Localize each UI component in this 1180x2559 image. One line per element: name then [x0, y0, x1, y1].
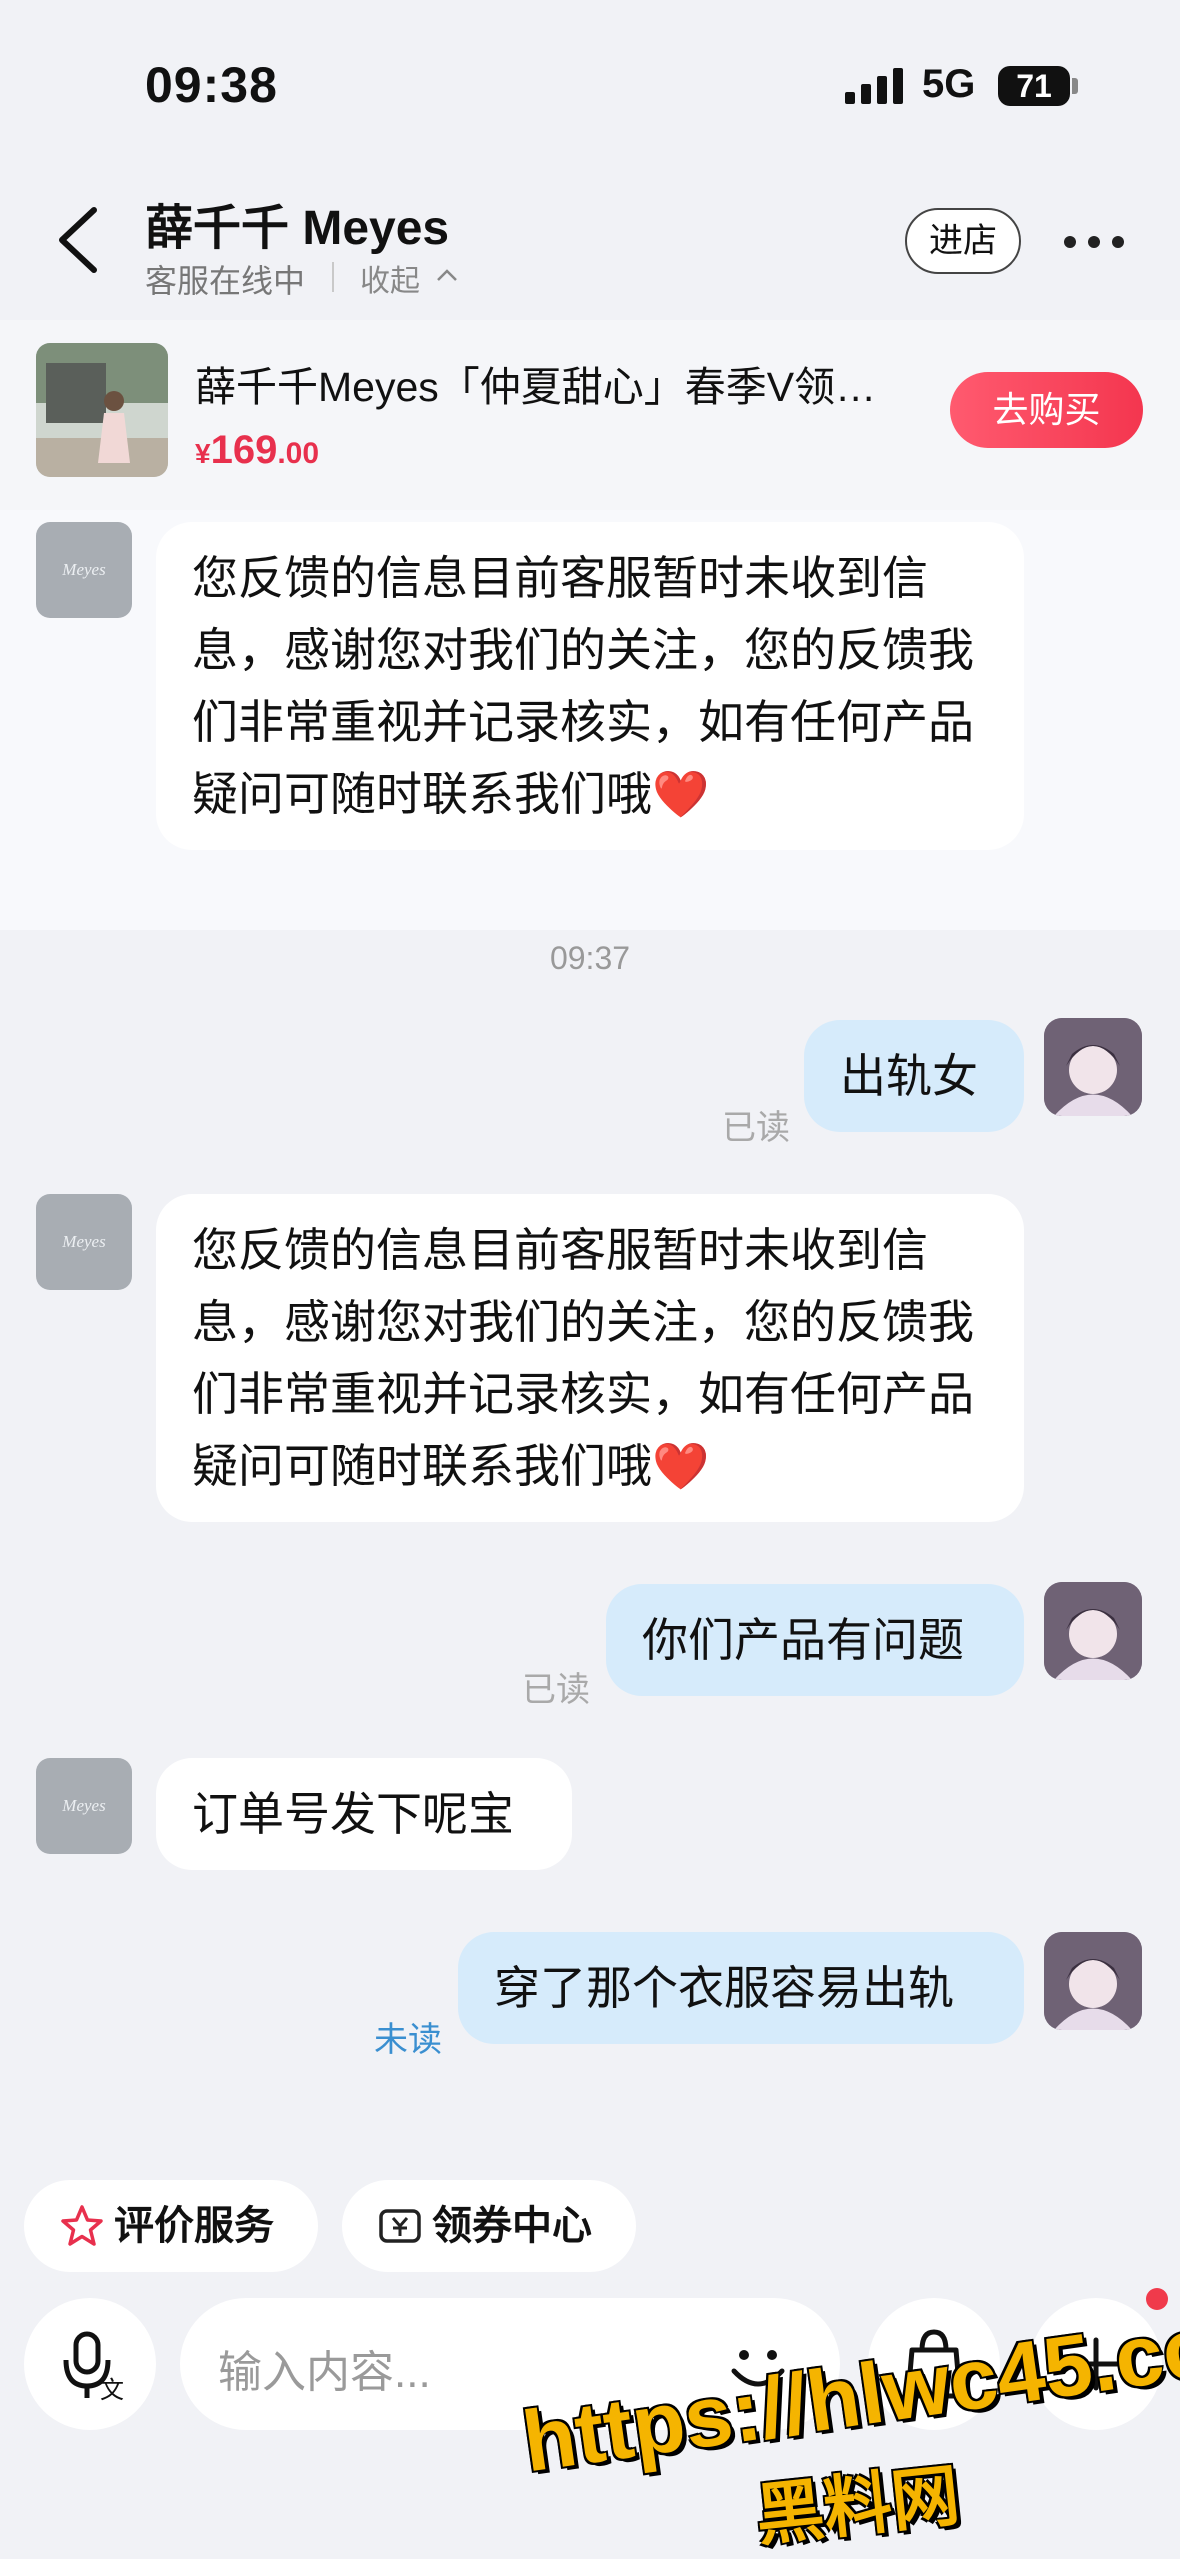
unread-status: 未读	[374, 2021, 442, 2059]
buy-button[interactable]: 去购买	[950, 372, 1143, 448]
collapse-button[interactable]: 收起	[360, 256, 420, 300]
watermark-text: 黑料网	[752, 2457, 964, 2555]
coupon-center-label: 领券中心	[432, 2204, 592, 2248]
shop-avatar[interactable]: Meyes	[36, 1194, 132, 1290]
rate-service-label: 评价服务	[114, 2204, 274, 2248]
status-time: 09:38	[145, 57, 278, 113]
star-icon	[61, 2205, 103, 2246]
signal-icon	[845, 68, 903, 104]
network-label: 5G	[922, 62, 976, 106]
message-bubble-incoming[interactable]: 订单号发下呢宝	[156, 1758, 572, 1870]
user-avatar[interactable]	[1044, 1932, 1142, 2030]
coupon-icon	[379, 2209, 421, 2243]
chevron-up-icon[interactable]	[436, 268, 458, 282]
battery-tip	[1072, 78, 1078, 94]
service-status: 客服在线中	[145, 263, 306, 299]
message-bubble-incoming[interactable]: 您反馈的信息目前客服暂时未收到信息，感谢您对我们的关注，您的反馈我们非常重视并记…	[156, 522, 1024, 850]
message-timestamp: 09:37	[549, 940, 631, 976]
enter-store-button[interactable]: 进店	[905, 208, 1021, 274]
product-thumbnail[interactable]	[36, 343, 168, 477]
divider	[332, 262, 334, 292]
back-icon[interactable]	[50, 200, 110, 280]
message-input-placeholder: 输入内容...	[218, 2348, 431, 2397]
user-avatar[interactable]	[1044, 1582, 1142, 1680]
message-bubble-outgoing[interactable]: 穿了那个衣服容易出轨	[458, 1932, 1024, 2044]
product-title[interactable]: 薛千千Meyes「仲夏甜心」春季V领…	[195, 353, 895, 413]
message-bubble-outgoing[interactable]: 你们产品有问题	[606, 1584, 1024, 1696]
shop-avatar[interactable]: Meyes	[36, 522, 132, 618]
read-status: 已读	[522, 1671, 590, 1709]
more-icon[interactable]	[1062, 224, 1126, 260]
chat-title: 薛千千 Meyes	[145, 202, 450, 255]
svg-text:文: 文	[100, 2376, 124, 2404]
voice-button[interactable]: 文	[24, 2298, 156, 2430]
message-bubble-outgoing[interactable]: 出轨女	[804, 1020, 1024, 1132]
product-price: ¥169.00	[195, 428, 320, 472]
user-avatar[interactable]	[1044, 1018, 1142, 1116]
microphone-icon: 文	[63, 2331, 124, 2404]
battery-icon: 71	[998, 66, 1070, 106]
message-bubble-incoming[interactable]: 您反馈的信息目前客服暂时未收到信息，感谢您对我们的关注，您的反馈我们非常重视并记…	[156, 1194, 1024, 1522]
shop-avatar[interactable]: Meyes	[36, 1758, 132, 1854]
read-status: 已读	[722, 1109, 790, 1147]
